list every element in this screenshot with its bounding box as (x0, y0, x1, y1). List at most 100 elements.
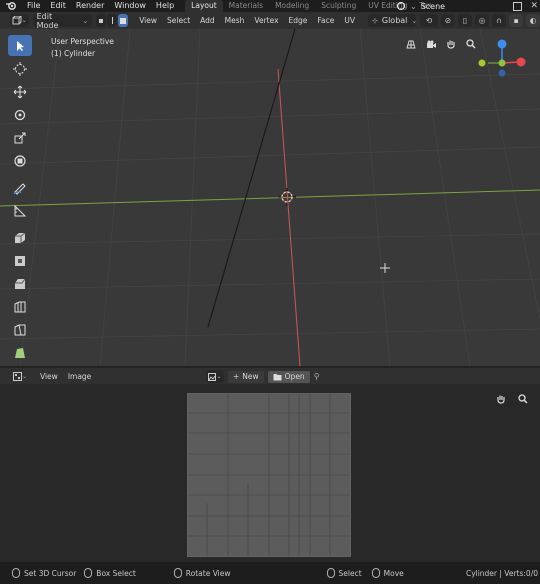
menu-image[interactable]: Image (63, 372, 97, 381)
menu-vertex[interactable]: Vertex (249, 16, 283, 25)
edit-mode-label: Edit Mode (36, 11, 59, 30)
rotate-tool[interactable] (8, 104, 32, 125)
scene-selector[interactable]: ⌄ Scene (396, 0, 445, 12)
mouse-right-icon (326, 568, 335, 578)
loop-cut-tool[interactable] (8, 296, 32, 317)
new-image-button[interactable]: + New (228, 370, 264, 383)
extrude-region-tool[interactable] (8, 227, 32, 248)
menu-edit[interactable]: Edit (45, 0, 71, 12)
snapping-icon[interactable]: ⊘ (441, 14, 455, 27)
delete-scene-icon[interactable]: ✕ (530, 1, 538, 11)
mouse-drag-icon (84, 568, 93, 578)
scale-tool[interactable] (8, 127, 32, 148)
ruler-icon (14, 204, 27, 216)
vertex-select-icon[interactable] (96, 14, 107, 27)
viewport-info-overlay: User Perspective (1) Cylinder (51, 36, 114, 60)
falloff-icon[interactable]: ∩ (492, 14, 506, 27)
poly-build-tool[interactable] (8, 342, 32, 363)
loop-cut-icon (14, 301, 26, 312)
editor-type-button[interactable]: ⌄ (10, 14, 29, 27)
image-editor-icon (12, 371, 22, 381)
hand-pan-icon[interactable] (444, 37, 458, 51)
zoom-icon[interactable] (464, 37, 478, 51)
transform-orientation-dropdown[interactable]: ⊹ Global ⌄ (368, 14, 418, 27)
bevel-icon (15, 278, 26, 289)
x-axis-line (277, 68, 301, 366)
snap-target-icon[interactable]: ▯ (458, 14, 472, 27)
chevron-down-icon: ⌄ (411, 16, 418, 25)
new-scene-icon[interactable] (513, 1, 523, 11)
transform-tool[interactable] (8, 150, 32, 171)
hint-select: Select (326, 568, 362, 578)
scene-stats: Cylinder | Verts:0/0 (465, 568, 538, 578)
tab-modeling[interactable]: Modeling (269, 0, 315, 12)
scale-icon (14, 132, 26, 143)
tab-materials[interactable]: Materials (223, 0, 269, 12)
menu-uv[interactable]: UV (339, 16, 360, 25)
blender-logo-icon[interactable] (0, 0, 22, 12)
hint-label: Set 3D Cursor (24, 568, 77, 578)
overlay-toggle-icon[interactable]: ▪ (509, 14, 523, 27)
pivot-point-icon[interactable]: ⟲ (420, 14, 438, 27)
bevel-tool[interactable] (8, 273, 32, 294)
pencil-icon (13, 182, 26, 195)
proportional-editing-icon[interactable]: ◎ (475, 14, 489, 27)
inset-faces-tool[interactable] (8, 250, 32, 271)
inset-icon (15, 255, 25, 266)
menu-select[interactable]: Select (162, 16, 195, 25)
measure-tool[interactable] (8, 200, 32, 221)
chevron-down-icon: ⌄ (410, 1, 417, 11)
poly-build-icon (15, 347, 25, 358)
hint-rotate-view: Rotate View (173, 568, 231, 578)
pin-icon[interactable]: ⚲ (314, 372, 320, 381)
cursor-tool[interactable] (8, 58, 32, 79)
mode-dropdown[interactable]: Edit Mode ⌄ (32, 11, 93, 30)
chevron-down-icon: ⌄ (82, 16, 89, 25)
menu-face[interactable]: Face (312, 16, 339, 25)
menu-render[interactable]: Render (71, 0, 109, 12)
annotate-tool[interactable] (8, 177, 32, 198)
tab-sculpting[interactable]: Sculpting (315, 0, 362, 12)
menu-add[interactable]: Add (195, 16, 220, 25)
3d-viewport[interactable]: User Perspective (1) Cylinder (0, 29, 540, 366)
menu-view[interactable]: View (134, 16, 162, 25)
uv-editor-area[interactable] (0, 384, 540, 562)
browse-image-button[interactable]: ⌄ (206, 370, 224, 383)
move-tool[interactable] (8, 81, 32, 102)
hint-label: Select (338, 568, 362, 578)
chevron-down-icon: ⌄ (21, 372, 28, 380)
tab-layout[interactable]: Layout (185, 0, 223, 12)
menu-view[interactable]: View (35, 372, 63, 381)
menu-edge[interactable]: Edge (284, 16, 313, 25)
menu-window[interactable]: Window (109, 0, 151, 12)
mouse-drag-right-icon (371, 568, 380, 578)
edge-select-icon[interactable] (107, 14, 118, 27)
navigation-gizmo (478, 39, 526, 77)
menu-help[interactable]: Help (151, 0, 179, 12)
knife-tool[interactable] (8, 319, 32, 340)
hint-label: Rotate View (185, 568, 231, 578)
grid-icon[interactable] (404, 37, 418, 51)
status-bar: Set 3D Cursor Box Select Rotate View Sel… (0, 564, 540, 582)
xray-toggle-icon[interactable]: ◐ (526, 14, 540, 27)
open-image-button[interactable]: Open (267, 370, 310, 383)
hand-pan-icon[interactable] (494, 392, 508, 406)
image-editor-type-button[interactable]: ⌄ (10, 370, 30, 383)
hint-set-3d-cursor: Set 3D Cursor (12, 568, 76, 578)
hint-box-select: Box Select (84, 568, 136, 578)
viewport-nav-buttons (404, 37, 478, 51)
select-box-tool[interactable] (8, 35, 32, 56)
zoom-icon[interactable] (516, 392, 530, 406)
select-mode-group (96, 14, 129, 27)
face-select-icon[interactable] (118, 14, 129, 27)
transform-icon (14, 154, 26, 167)
cursor-arrow-icon (17, 40, 24, 51)
camera-icon[interactable] (424, 37, 438, 51)
menu-mesh[interactable]: Mesh (220, 16, 250, 25)
menu-file[interactable]: File (22, 0, 45, 12)
active-object-name: (1) Cylinder (51, 49, 96, 58)
folder-icon (273, 373, 282, 380)
tool-shelf (8, 35, 32, 365)
uv-texture-canvas[interactable] (186, 392, 352, 558)
3d-cursor-tool-icon (13, 61, 27, 76)
